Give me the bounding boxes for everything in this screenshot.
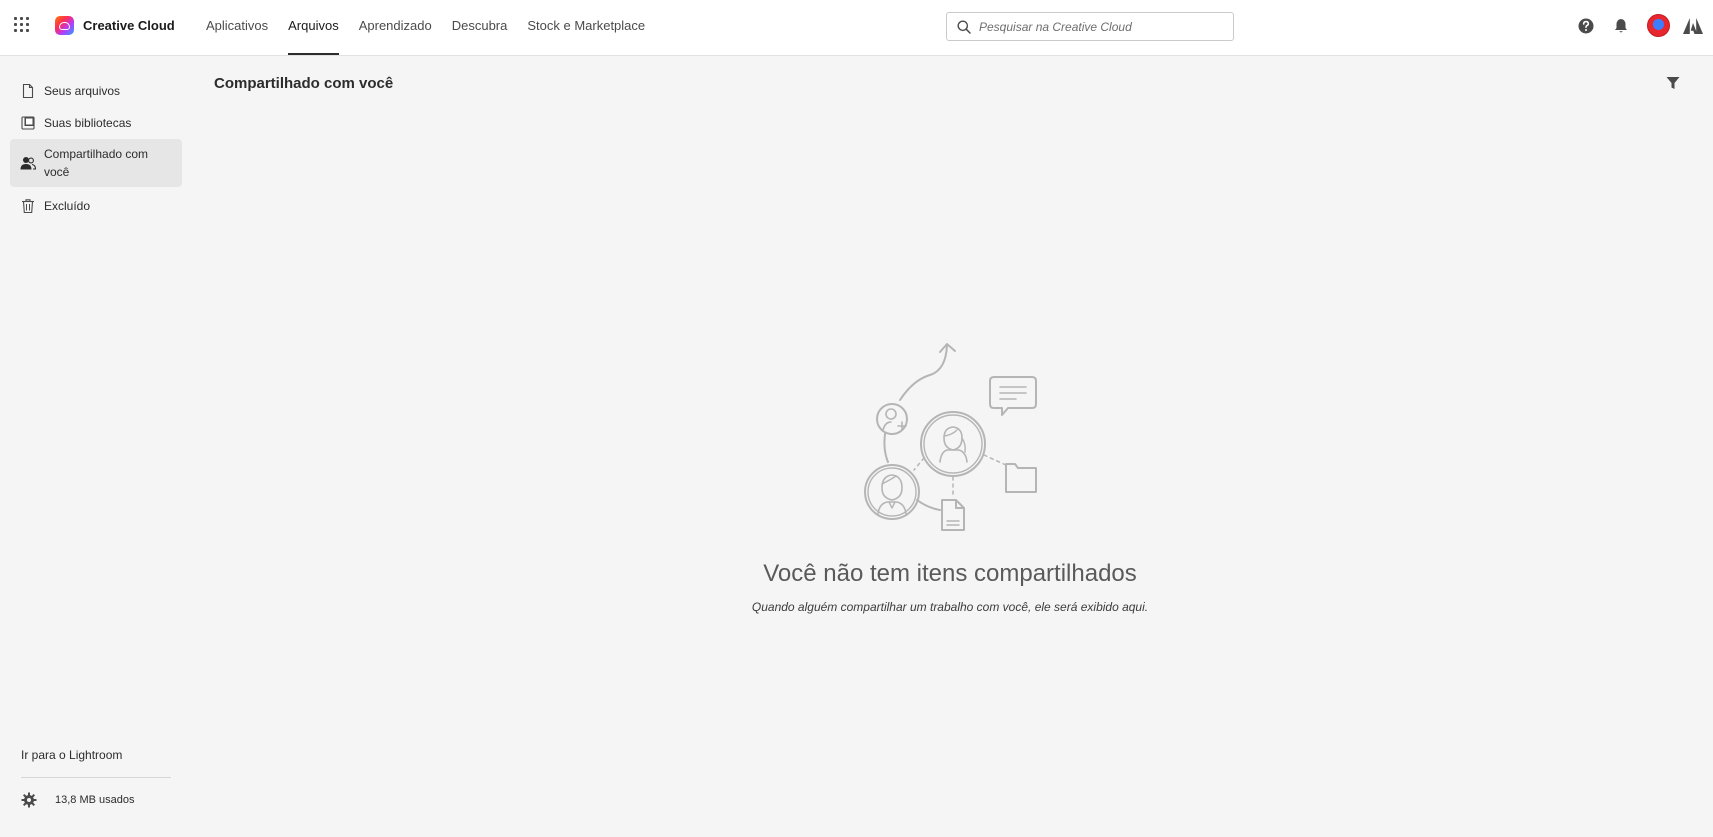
storage-usage: 13,8 MB usados [21,792,135,808]
empty-state-title: Você não tem itens compartilhados [763,560,1137,587]
sidebar-divider [21,777,171,778]
top-header: Creative Cloud Aplicativos Arquivos Apre… [0,0,1713,56]
avatar[interactable] [1647,14,1670,37]
gear-icon[interactable] [21,792,37,808]
tab-arquivos[interactable]: Arquivos [278,0,349,56]
people-icon [20,157,36,170]
app-switcher-icon[interactable] [14,17,32,35]
go-to-lightroom-link[interactable]: Ir para o Lightroom [21,748,122,762]
sidebar-item-label: Seus arquivos [44,84,121,98]
storage-used-text: 13,8 MB usados [55,794,135,806]
sidebar: Seus arquivos Suas bibliotecas Compartil… [0,56,192,837]
sidebar-item-label: Compartilhado com você [44,147,149,179]
tab-stock-marketplace[interactable]: Stock e Marketplace [517,0,655,56]
sidebar-item-compartilhado[interactable]: Compartilhado com você [10,139,182,187]
bell-icon[interactable] [1612,17,1630,35]
empty-state-subtitle: Quando alguém compartilhar um trabalho c… [751,600,1149,614]
search-input[interactable] [979,19,1219,34]
search-box[interactable] [946,12,1234,41]
library-icon [21,116,35,130]
tab-descubra[interactable]: Descubra [442,0,518,56]
trash-icon [22,199,34,214]
shared-empty-illustration [864,343,1037,531]
creative-cloud-logo-icon [55,16,74,35]
sidebar-item-excluido[interactable]: Excluído [10,191,182,221]
sidebar-item-label: Excluído [44,199,91,213]
sidebar-item-label: Suas bibliotecas [44,116,132,130]
tab-aplicativos[interactable]: Aplicativos [196,0,278,56]
help-icon[interactable] [1577,17,1595,35]
brand-name: Creative Cloud [83,18,175,33]
filter-icon[interactable] [1665,75,1681,91]
sidebar-item-seus-arquivos[interactable]: Seus arquivos [10,76,182,106]
brand[interactable]: Creative Cloud [55,16,175,35]
page-title: Compartilhado com você [214,75,394,92]
sidebar-item-suas-bibliotecas[interactable]: Suas bibliotecas [10,108,182,138]
main-nav: Aplicativos Arquivos Aprendizado Descubr… [196,0,655,56]
file-icon [22,83,34,99]
adobe-logo-icon[interactable] [1683,17,1703,35]
search-icon [957,20,971,34]
tab-aprendizado[interactable]: Aprendizado [349,0,442,56]
